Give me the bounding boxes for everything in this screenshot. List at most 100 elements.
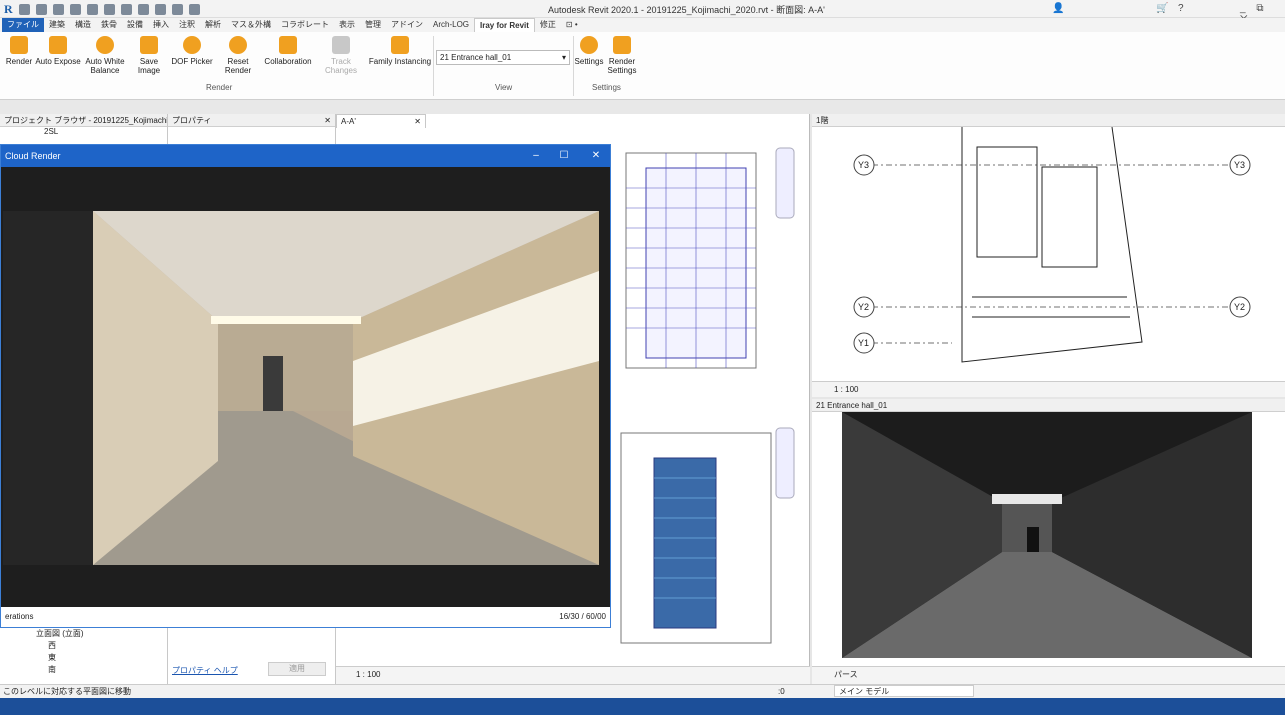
view-group-label: View (495, 83, 513, 92)
track-changes-icon (332, 36, 350, 54)
tab-iray[interactable]: Iray for Revit (474, 18, 535, 32)
auto-expose-icon (49, 36, 67, 54)
tab-structure[interactable]: 構造 (70, 18, 96, 32)
apply-button[interactable]: 適用 (268, 662, 326, 676)
tab-extra[interactable]: ⊡ • (561, 18, 583, 32)
tree-item[interactable]: 南 (48, 664, 56, 675)
render-group-label: Render (206, 83, 233, 92)
thin-lines-icon[interactable] (171, 4, 183, 15)
close-icon[interactable]: ✕ (324, 114, 335, 126)
family-instancing-button[interactable]: Family Instancing (368, 36, 432, 66)
ribbon-separator (433, 36, 434, 96)
revit-logo[interactable]: R (4, 2, 13, 17)
chevron-down-icon: ▾ (561, 53, 566, 62)
floor-plan-view[interactable]: 1階 Y3 Y3 Y2 Y2 Y1 (812, 114, 1285, 397)
rendered-image (3, 211, 599, 565)
render-icon (10, 36, 28, 54)
collaboration-icon (279, 36, 297, 54)
render-settings-icon (613, 36, 631, 54)
tab-modify[interactable]: 修正 (535, 18, 561, 32)
window-title-bar: Cloud Render – ☐ ✕ (1, 145, 610, 167)
view-title: 21 Entrance hall_01 (812, 399, 1285, 412)
properties-help-link[interactable]: プロパティ ヘルプ (172, 665, 238, 676)
project-browser-title: プロジェクト ブラウザ - 20191225_Kojimachi...✕ (0, 114, 167, 127)
tree-item[interactable]: 東 (48, 652, 56, 663)
auto-white-balance-button[interactable]: Auto White Balance (83, 36, 127, 75)
gear-icon (580, 36, 598, 54)
app-title: Autodesk Revit 2020.1 - 20191225_Kojimac… (548, 5, 825, 15)
save-image-button[interactable]: Save Image (128, 36, 170, 75)
3d-view-icon[interactable] (137, 4, 149, 15)
view-control-bar: パース (812, 666, 1285, 684)
view-control-bar: 1 : 100 (336, 666, 810, 684)
ribbon-tabs: ファイル 建築 構造 鉄骨 設備 挿入 注釈 解析 マス＆外構 コラボレート 表… (0, 18, 1285, 32)
scale-label[interactable]: 1 : 100 (356, 670, 380, 679)
view-mode-label[interactable]: パース (834, 670, 858, 679)
tab-manage[interactable]: 管理 (360, 18, 386, 32)
save-icon[interactable] (35, 4, 47, 15)
grid-label: Y3 (858, 160, 870, 170)
section-icon[interactable] (154, 4, 166, 15)
tab-annotate[interactable]: 注釈 (174, 18, 200, 32)
view-title: 1階 (812, 114, 1285, 127)
grid-label: Y1 (858, 338, 870, 348)
view-dropdown[interactable]: 21 Entrance hall_01 ▾ (436, 50, 570, 65)
cloud-render-window[interactable]: Cloud Render – ☐ ✕ erations 16/30 / 60/0… (0, 144, 611, 628)
render-status-bar: erations 16/30 / 60/00 (1, 607, 610, 627)
ribbon-panel: Render Auto Expose Auto White Balance Sa… (0, 32, 1285, 100)
settings-button[interactable]: Settings (575, 36, 603, 66)
print-icon[interactable] (86, 4, 98, 15)
tab-collaborate[interactable]: コラボレート (276, 18, 334, 32)
tab-systems[interactable]: 設備 (122, 18, 148, 32)
taskbar (0, 698, 1285, 715)
perspective-view[interactable]: 21 Entrance hall_01 (812, 399, 1285, 684)
tab-section-view[interactable]: A-A' ✕ (336, 114, 426, 128)
render-progress-text: 16/30 / 60/00 (559, 612, 606, 621)
cart-icon[interactable]: 🛒 (1156, 3, 1168, 14)
render-button[interactable]: Render (5, 36, 33, 66)
render-settings-button[interactable]: Render Settings (605, 36, 639, 75)
help-icon[interactable]: ? (1178, 3, 1184, 14)
collaboration-button[interactable]: Collaboration (263, 36, 313, 66)
tab-arch-log[interactable]: Arch-LOG (428, 18, 474, 32)
quick-access-toolbar: R (4, 2, 200, 17)
reset-render-button[interactable]: Reset Render (214, 36, 262, 75)
tab-view[interactable]: 表示 (334, 18, 360, 32)
tree-item[interactable]: 2SL (0, 127, 167, 136)
redo-icon[interactable] (69, 4, 81, 15)
tab-massing[interactable]: マス＆外構 (226, 18, 276, 32)
dof-picker-button[interactable]: DOF Picker (170, 36, 214, 66)
minimize-icon[interactable]: – (525, 145, 547, 167)
family-instancing-icon (391, 36, 409, 54)
zoom-status: :0 (778, 687, 785, 696)
active-model-select[interactable]: メイン モデル (834, 685, 974, 697)
status-bar: このレベルに対応する平面図に移動 :0 メイン モデル (0, 684, 1285, 698)
measure-icon[interactable] (103, 4, 115, 15)
auto-expose-button[interactable]: Auto Expose (35, 36, 81, 66)
grid-label: Y2 (1234, 302, 1246, 312)
close-icon[interactable]: ✕ (585, 145, 607, 167)
maximize-icon[interactable]: ☐ (553, 145, 575, 167)
undo-icon[interactable] (52, 4, 64, 15)
scale-label[interactable]: 1 : 100 (834, 385, 858, 394)
text-icon[interactable] (120, 4, 132, 15)
tab-analyze[interactable]: 解析 (200, 18, 226, 32)
tab-architecture[interactable]: 建築 (44, 18, 70, 32)
plan-drawing (853, 127, 1251, 363)
tab-insert[interactable]: 挿入 (148, 18, 174, 32)
download-icon (140, 36, 158, 54)
tab-steel[interactable]: 鉄骨 (96, 18, 122, 32)
tree-item[interactable]: 西 (48, 640, 56, 651)
open-icon[interactable] (18, 4, 30, 15)
tab-addins[interactable]: アドイン (386, 18, 428, 32)
settings-group-label: Settings (592, 83, 621, 92)
tree-item[interactable]: 立面図 (立面) (36, 628, 84, 639)
sun-icon (96, 36, 114, 54)
properties-title: プロパティ ✕ (168, 114, 335, 127)
title-bar: R Autodesk Revit 2020.1 - 20191225_Kojim… (0, 0, 1285, 25)
windows-icon[interactable] (188, 4, 200, 15)
track-changes-button[interactable]: Track Changes (315, 36, 367, 75)
ribbon-user-icon[interactable]: 👤 (1052, 3, 1064, 14)
close-icon[interactable]: ✕ (414, 115, 425, 128)
tab-file[interactable]: ファイル (2, 18, 44, 32)
